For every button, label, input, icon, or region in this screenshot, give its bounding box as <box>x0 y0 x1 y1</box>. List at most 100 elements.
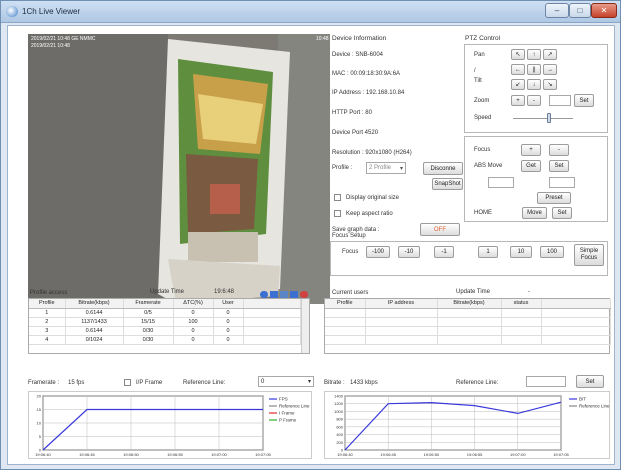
device-info-panel: Device Information Device : SNB-6004 MAC… <box>332 34 464 254</box>
iframe-checkbox[interactable] <box>124 379 131 386</box>
ptz-down-right-button[interactable]: ↘ <box>543 79 557 90</box>
y-tick-label: 600 <box>336 424 343 429</box>
ptz-right-button[interactable]: → <box>543 64 557 75</box>
preset-button[interactable]: Preset <box>537 192 571 204</box>
ptz-up-left-button[interactable]: ↖ <box>511 49 525 60</box>
framerate-ref-select[interactable]: 0 ▾ <box>258 376 314 387</box>
y-tick-label: 20 <box>37 394 42 399</box>
video-view[interactable]: 2019/02/21 10:48 GE NMMC 2019/02/21 10:4… <box>28 34 330 304</box>
x-tick-label: 19:06:55 <box>467 452 483 457</box>
bitrate-ref-input[interactable] <box>526 376 566 387</box>
y-tick-label: 1200 <box>334 401 344 406</box>
cell: 0.6144 <box>65 326 124 336</box>
abs-value-input-1[interactable] <box>488 177 514 188</box>
speed-slider-track[interactable] <box>513 118 573 119</box>
table-row[interactable]: 3 0.6144 0/30 0 0 <box>29 326 301 336</box>
keep-aspect-ratio-label: Keep aspect ratio <box>346 211 393 217</box>
x-tick-label: 19:06:40 <box>337 452 353 457</box>
focus-minus-10-button[interactable]: -10 <box>398 246 420 258</box>
minimize-button[interactable]: – <box>545 3 569 18</box>
cell: 0 <box>213 317 244 327</box>
device-ip: IP Address : 192.168.10.84 <box>332 90 405 96</box>
record-icon[interactable] <box>260 291 268 298</box>
bitrate-ref-set-button[interactable]: Set <box>576 375 604 388</box>
current-users-title: Current users <box>332 290 369 296</box>
pan-label: Pan <box>474 52 485 58</box>
abs-get-button[interactable]: Get <box>521 160 541 172</box>
snapshot-icon[interactable] <box>270 291 278 298</box>
ptz-down-button[interactable]: ↓ <box>527 79 541 90</box>
profile-select[interactable]: 2 Profile ▾ <box>366 162 406 174</box>
focus-plus-button[interactable]: + <box>521 144 541 156</box>
display-original-size-checkbox[interactable] <box>334 194 341 201</box>
legend-label: BIT <box>579 397 586 402</box>
table-row[interactable]: 2 1137/1433 15/15 100 0 <box>29 317 301 327</box>
ptz-title: PTZ Control <box>465 35 501 42</box>
framerate-chart-svg: 2015105019:06:40 19:06:45 19:06:50 19:06:55… <box>35 394 310 458</box>
home-set-button[interactable]: Set <box>552 207 572 219</box>
abs-value-input-2[interactable] <box>549 177 575 188</box>
zoom-value-input[interactable] <box>549 95 571 106</box>
slash-label: / <box>474 68 476 74</box>
focus-minus-100-button[interactable]: -100 <box>366 246 390 258</box>
zoom-out-button[interactable]: - <box>527 95 541 106</box>
simple-focus-button[interactable]: Simple Focus <box>574 244 604 266</box>
ptz-up-right-button[interactable]: ↗ <box>543 49 557 60</box>
focus-plus-1-button[interactable]: 1 <box>478 246 498 258</box>
home-move-button[interactable]: Move <box>522 207 547 219</box>
ptz-up-button[interactable]: ↑ <box>527 49 541 60</box>
legend-label: I Frame <box>279 411 295 416</box>
col-bitrate: Bitrate(kbps) <box>65 299 124 309</box>
x-tick-label: 19:06:50 <box>123 452 139 457</box>
table-row[interactable]: 1 0.6144 0/5 0 0 <box>29 308 301 318</box>
ptz-stop-button[interactable]: || <box>527 64 541 75</box>
profile-table-scrollbar[interactable] <box>301 299 309 353</box>
focus-plus-10-button[interactable]: 10 <box>510 246 532 258</box>
focus-setup-label: Focus <box>342 249 359 255</box>
mic-icon[interactable] <box>290 291 298 298</box>
profile-access-title: Profile access <box>30 290 68 296</box>
focus-minus-1-button[interactable]: -1 <box>434 246 454 258</box>
simple-focus-line2: Focus <box>580 255 598 261</box>
y-tick-label: 1400 <box>334 394 344 399</box>
cell: 3 <box>29 326 66 336</box>
device-port: Device Port 4520 <box>332 130 379 136</box>
x-tick-label: 19:07:00 <box>211 452 227 457</box>
ptz-down-left-button[interactable]: ↙ <box>511 79 525 90</box>
bitrate-ref-label: Reference Line: <box>456 380 499 386</box>
y-tick-label: 200 <box>336 440 343 445</box>
close-button[interactable]: ✕ <box>591 3 617 18</box>
cell: 0 <box>173 308 214 318</box>
profile-update-time-value: 19:6:48 <box>214 289 235 295</box>
profile-label: Profile : <box>332 165 353 171</box>
abs-set-button[interactable]: Set <box>549 160 569 172</box>
table-row <box>325 317 611 327</box>
speed-slider-thumb[interactable] <box>547 113 551 123</box>
ptz-left-button[interactable]: ← <box>511 64 525 75</box>
y-tick-label: 10 <box>37 421 42 426</box>
keep-aspect-ratio-checkbox[interactable] <box>334 210 341 217</box>
zoom-set-button[interactable]: Set <box>574 94 594 107</box>
disconnect-button[interactable]: Disconne <box>423 162 463 175</box>
title-bar[interactable]: 1Ch Live Viewer – □ ✕ <box>1 1 620 23</box>
cell: 0.6144 <box>65 308 124 318</box>
framerate-ref-label: Reference Line: <box>183 380 226 386</box>
x-tick-label: 19:06:50 <box>424 452 440 457</box>
maximize-button[interactable]: □ <box>569 3 591 18</box>
cell: 0/30 <box>123 326 174 336</box>
focus-minus-button[interactable]: - <box>549 144 569 156</box>
users-update-time-label: Update Time <box>456 289 491 295</box>
x-tick-label: 19:06:45 <box>380 452 396 457</box>
video-frame-image <box>28 34 330 304</box>
table-row[interactable]: 4 0/1024 0/30 0 0 <box>29 335 301 345</box>
device-resolution: Resolution : 920x1080 (H264) <box>332 150 412 156</box>
simple-focus-line1: Simple <box>579 248 599 254</box>
speaker-icon[interactable] <box>280 291 288 298</box>
profile-select-value: 2 Profile <box>369 165 392 171</box>
alarm-icon[interactable] <box>300 291 308 298</box>
cell: 0/1024 <box>65 335 124 345</box>
snapshot-button[interactable]: SnapShot <box>432 178 463 190</box>
zoom-in-button[interactable]: + <box>511 95 525 106</box>
save-graph-toggle[interactable]: OFF <box>420 223 460 236</box>
focus-plus-100-button[interactable]: 100 <box>540 246 564 258</box>
